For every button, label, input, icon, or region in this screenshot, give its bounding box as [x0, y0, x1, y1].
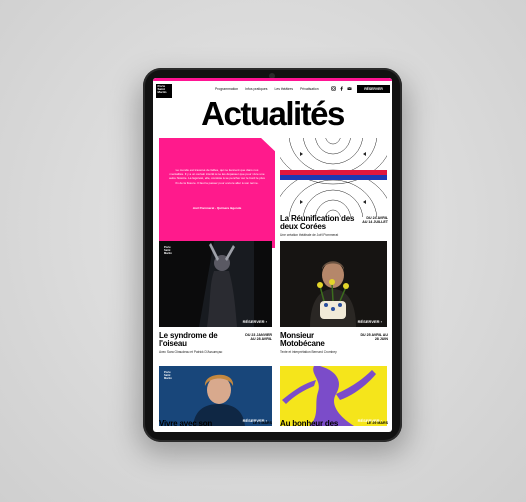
- tablet-screen: Porte Saint Martin Programmation Infos p…: [153, 78, 392, 432]
- page-title: Actualités: [201, 95, 345, 132]
- reunification-image[interactable]: [280, 138, 387, 217]
- reunification-title[interactable]: La Réunification des deux Corées: [280, 215, 358, 231]
- vivre-logo: Porte Saint Martin: [164, 371, 172, 380]
- bonheur-image[interactable]: RÉSERVER ›: [280, 366, 387, 426]
- motobecane-subtitle: Texte et interprétation Bernard Crombey: [280, 350, 337, 354]
- social-links: [331, 86, 352, 91]
- tablet-device: Porte Saint Martin Programmation Infos p…: [143, 68, 402, 442]
- nav-item-infos[interactable]: Infos pratiques: [245, 87, 267, 91]
- syndrome-image[interactable]: Porte Saint Martin RÉSERVER ›: [159, 241, 272, 327]
- vivre-date: LE 6 MARS: [252, 421, 272, 425]
- syndrome-subtitle: Avec Sara Giraudeau et Patrick D'Assumça…: [159, 350, 223, 354]
- syndrome-logo: Porte Saint Martin: [164, 246, 172, 255]
- syndrome-title[interactable]: Le syndrome de l'oiseau: [159, 332, 241, 348]
- nav-item-theatres[interactable]: Les théâtres: [274, 87, 293, 91]
- reunification-date: DU 24 AVRIL AU 14 JUILLET: [362, 216, 388, 225]
- reserve-button[interactable]: RÉSERVER: [357, 85, 390, 93]
- motobecane-image[interactable]: RÉSERVER ›: [280, 241, 387, 327]
- nav-item-programmation[interactable]: Programmation: [215, 87, 238, 91]
- bonheur-title[interactable]: Au bonheur des: [280, 420, 360, 428]
- quote-text: Le monde est traversé de failles, qui ne…: [169, 168, 265, 185]
- motobecane-title[interactable]: Monsieur Motobécane: [280, 332, 360, 348]
- quote-author: Joël Pommerat · Quimera légende: [192, 206, 242, 210]
- motobecane-date: DU 25 AVRIL AU 28 JUIN: [360, 333, 388, 342]
- quote-card[interactable]: Le monde est traversé de failles, qui ne…: [159, 138, 275, 248]
- motobecane-reserve[interactable]: RÉSERVER ›: [358, 319, 382, 324]
- vivre-image[interactable]: Porte Saint Martin RÉSERVER ›: [159, 366, 272, 426]
- instagram-icon[interactable]: [331, 86, 336, 91]
- syndrome-date: DU 23 JANVIER AU 28 AVRIL: [245, 333, 272, 342]
- syndrome-reserve[interactable]: RÉSERVER ›: [243, 319, 267, 324]
- email-icon[interactable]: [347, 86, 352, 91]
- nav-item-privatisation[interactable]: Privatisation: [300, 87, 318, 91]
- facebook-icon[interactable]: [339, 86, 344, 91]
- reunification-subtitle: Une création théâtrale de Joël Pommerat: [280, 233, 339, 237]
- bonheur-date: LE 29 MARS: [366, 421, 388, 425]
- main-nav: Programmation Infos pratiques Les théâtr…: [215, 87, 319, 91]
- vivre-title[interactable]: Vivre avec son: [159, 420, 241, 428]
